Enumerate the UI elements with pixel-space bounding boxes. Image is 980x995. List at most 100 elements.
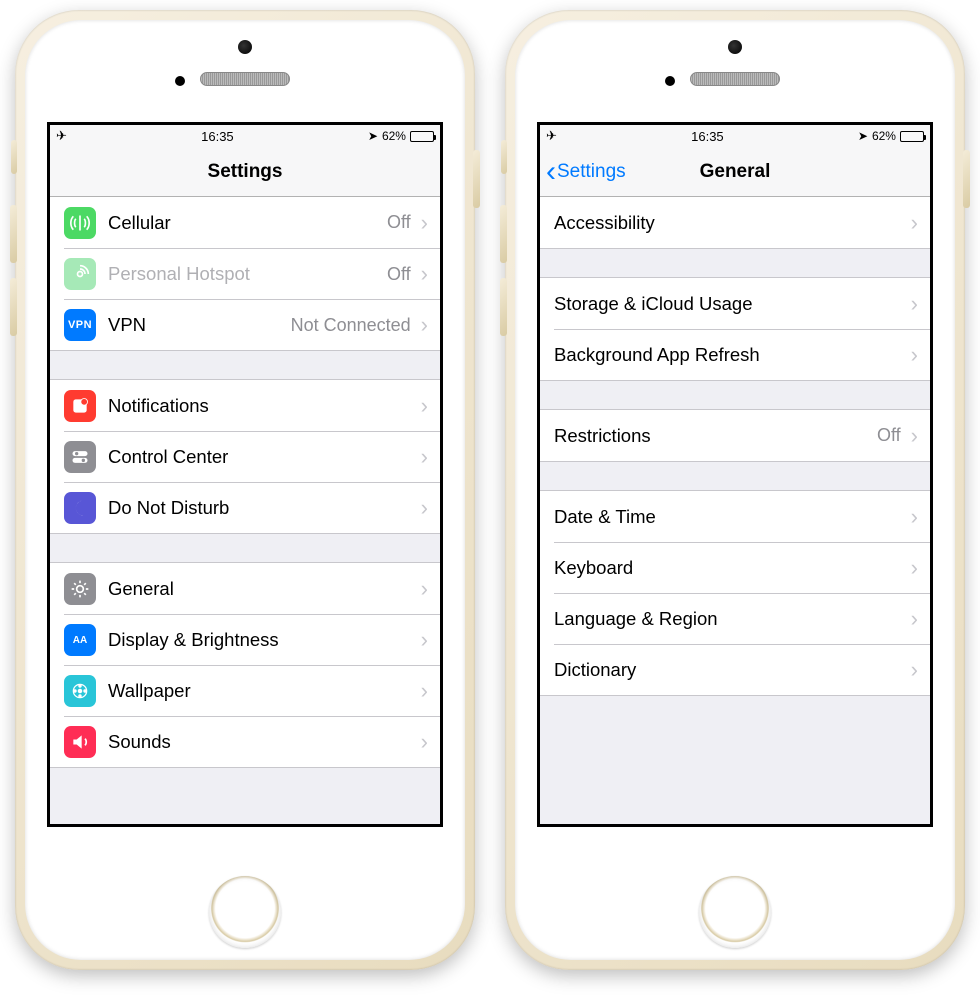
chevron-right-icon: › bbox=[911, 506, 918, 528]
battery-percent: 62% bbox=[382, 129, 406, 143]
general-icon bbox=[64, 573, 96, 605]
settings-row-control-center[interactable]: Control Center › bbox=[64, 431, 440, 482]
chevron-right-icon: › bbox=[421, 446, 428, 468]
row-label: VPN bbox=[108, 314, 146, 336]
row-label: Storage & iCloud Usage bbox=[554, 293, 752, 315]
row-label: Date & Time bbox=[554, 506, 656, 528]
general-row-accessibility[interactable]: Accessibility › bbox=[540, 197, 930, 248]
chevron-right-icon: › bbox=[421, 212, 428, 234]
general-row-storage[interactable]: Storage & iCloud Usage › bbox=[540, 278, 930, 329]
mute-switch[interactable] bbox=[11, 140, 17, 174]
settings-row-sounds[interactable]: Sounds › bbox=[64, 716, 440, 767]
mute-switch[interactable] bbox=[501, 140, 507, 174]
chevron-right-icon: › bbox=[421, 263, 428, 285]
general-row-date-time[interactable]: Date & Time › bbox=[540, 491, 930, 542]
general-list[interactable]: Accessibility › Storage & iCloud Usage ›… bbox=[540, 197, 930, 824]
general-row-language-region[interactable]: Language & Region › bbox=[554, 593, 930, 644]
volume-up-button[interactable] bbox=[10, 205, 17, 263]
chevron-right-icon: › bbox=[421, 629, 428, 651]
nav-title: General bbox=[700, 161, 771, 183]
proximity-sensor bbox=[175, 76, 185, 86]
power-button[interactable] bbox=[963, 150, 970, 208]
row-label: Background App Refresh bbox=[554, 344, 760, 366]
general-row-keyboard[interactable]: Keyboard › bbox=[554, 542, 930, 593]
row-label: Dictionary bbox=[554, 659, 636, 681]
airplane-mode-icon: ✈︎ bbox=[546, 128, 557, 144]
notifications-icon bbox=[64, 390, 96, 422]
power-button[interactable] bbox=[473, 150, 480, 208]
general-group-accessibility: Accessibility › bbox=[540, 197, 930, 249]
row-label: Keyboard bbox=[554, 557, 633, 579]
general-row-restrictions[interactable]: Restrictions Off › bbox=[540, 410, 930, 461]
cellular-icon bbox=[64, 207, 96, 239]
nav-bar: Settings bbox=[50, 147, 440, 197]
settings-group-alerts: Notifications › Control Center › Do Not … bbox=[50, 379, 440, 534]
chevron-right-icon: › bbox=[911, 425, 918, 447]
chevron-right-icon: › bbox=[421, 314, 428, 336]
volume-down-button[interactable] bbox=[500, 278, 507, 336]
home-button[interactable] bbox=[699, 876, 771, 948]
chevron-right-icon: › bbox=[421, 680, 428, 702]
chevron-right-icon: › bbox=[421, 578, 428, 600]
sounds-icon bbox=[64, 726, 96, 758]
settings-row-display[interactable]: AA Display & Brightness › bbox=[64, 614, 440, 665]
phone-general: ✈︎ 16:35 ➤ 62% ‹ Settings General Access… bbox=[505, 10, 965, 970]
row-label: Cellular bbox=[108, 212, 171, 234]
location-icon: ➤ bbox=[858, 129, 868, 143]
settings-row-general[interactable]: General › bbox=[50, 563, 440, 614]
nav-bar: ‹ Settings General bbox=[540, 147, 930, 197]
general-row-dictionary[interactable]: Dictionary › bbox=[554, 644, 930, 695]
row-label: Accessibility bbox=[554, 212, 655, 234]
settings-row-vpn[interactable]: VPN VPN Not Connected › bbox=[64, 299, 440, 350]
airplane-mode-icon: ✈︎ bbox=[56, 128, 67, 144]
chevron-right-icon: › bbox=[911, 293, 918, 315]
control-center-icon bbox=[64, 441, 96, 473]
hotspot-icon bbox=[64, 258, 96, 290]
row-label: Notifications bbox=[108, 395, 209, 417]
chevron-right-icon: › bbox=[911, 608, 918, 630]
settings-list[interactable]: Cellular Off › Personal Hotspot Off › VP… bbox=[50, 197, 440, 824]
row-label: Wallpaper bbox=[108, 680, 191, 702]
location-icon: ➤ bbox=[368, 129, 378, 143]
home-button[interactable] bbox=[209, 876, 281, 948]
row-value: Off bbox=[877, 425, 907, 446]
phone-settings: ✈︎ 16:35 ➤ 62% Settings Cel bbox=[15, 10, 475, 970]
settings-row-do-not-disturb[interactable]: Do Not Disturb › bbox=[64, 482, 440, 533]
wallpaper-icon bbox=[64, 675, 96, 707]
settings-row-notifications[interactable]: Notifications › bbox=[50, 380, 440, 431]
back-button[interactable]: ‹ Settings bbox=[546, 147, 626, 196]
settings-row-cellular[interactable]: Cellular Off › bbox=[50, 197, 440, 248]
row-label: Sounds bbox=[108, 731, 171, 753]
display-icon: AA bbox=[64, 624, 96, 656]
general-group-storage: Storage & iCloud Usage › Background App … bbox=[540, 277, 930, 381]
screen-settings: ✈︎ 16:35 ➤ 62% Settings Cel bbox=[47, 122, 443, 827]
chevron-left-icon: ‹ bbox=[546, 157, 556, 187]
screen-general: ✈︎ 16:35 ➤ 62% ‹ Settings General Access… bbox=[537, 122, 933, 827]
status-time: 16:35 bbox=[691, 129, 724, 144]
settings-group-device: General › AA Display & Brightness › Wall… bbox=[50, 562, 440, 768]
row-value: Off bbox=[387, 264, 417, 285]
chevron-right-icon: › bbox=[421, 497, 428, 519]
settings-row-hotspot[interactable]: Personal Hotspot Off › bbox=[64, 248, 440, 299]
row-label: Personal Hotspot bbox=[108, 263, 250, 285]
back-label: Settings bbox=[557, 161, 626, 183]
volume-down-button[interactable] bbox=[10, 278, 17, 336]
general-row-bg-refresh[interactable]: Background App Refresh › bbox=[554, 329, 930, 380]
status-bar: ✈︎ 16:35 ➤ 62% bbox=[50, 125, 440, 147]
row-label: Control Center bbox=[108, 446, 228, 468]
chevron-right-icon: › bbox=[911, 344, 918, 366]
nav-title: Settings bbox=[208, 161, 283, 183]
front-camera bbox=[728, 40, 742, 54]
row-label: Do Not Disturb bbox=[108, 497, 229, 519]
front-camera bbox=[238, 40, 252, 54]
settings-row-wallpaper[interactable]: Wallpaper › bbox=[64, 665, 440, 716]
battery-icon bbox=[410, 131, 434, 142]
row-label: Language & Region bbox=[554, 608, 718, 630]
row-value: Off bbox=[387, 212, 417, 233]
vpn-icon: VPN bbox=[64, 309, 96, 341]
general-group-restrictions: Restrictions Off › bbox=[540, 409, 930, 462]
row-label: Display & Brightness bbox=[108, 629, 279, 651]
volume-up-button[interactable] bbox=[500, 205, 507, 263]
settings-group-network: Cellular Off › Personal Hotspot Off › VP… bbox=[50, 197, 440, 351]
chevron-right-icon: › bbox=[421, 395, 428, 417]
